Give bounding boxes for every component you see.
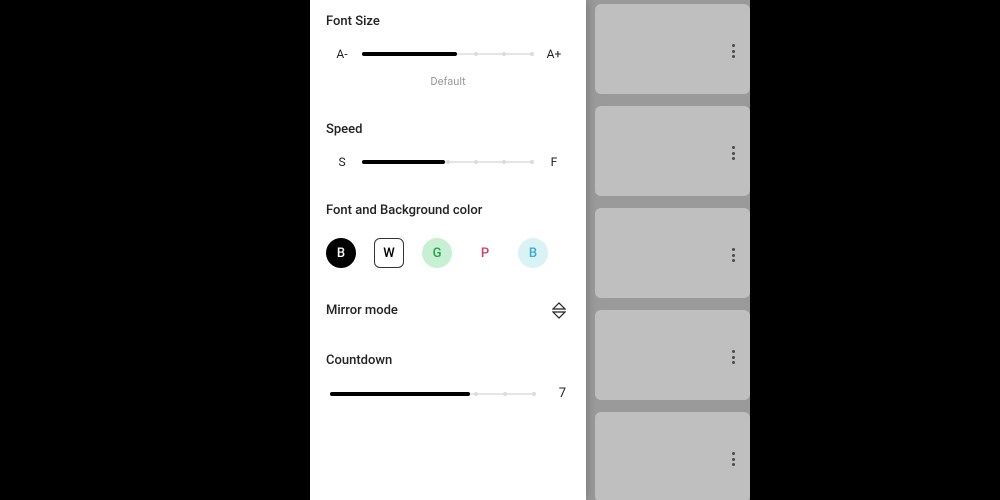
font-size-section: Font Size A- A+ Default [326, 14, 570, 88]
font-size-max-label: A+ [542, 47, 566, 61]
color-swatch-4[interactable]: B [518, 238, 548, 268]
font-size-slider[interactable] [362, 48, 534, 60]
card-overflow-menu[interactable] [732, 248, 736, 262]
mirror-section: Mirror mode [326, 302, 570, 319]
color-section: Font and Background color BWGPB [326, 203, 570, 268]
font-size-min-label: A- [330, 47, 354, 61]
speed-section: Speed S F [326, 122, 570, 169]
background-card [595, 412, 750, 500]
background-card [595, 208, 750, 298]
speed-slider[interactable] [362, 156, 534, 168]
mirror-title: Mirror mode [326, 303, 398, 318]
background-card [595, 106, 750, 196]
background-card [595, 310, 750, 400]
card-overflow-menu[interactable] [732, 44, 736, 58]
card-overflow-menu[interactable] [732, 452, 736, 466]
speed-min-label: S [330, 155, 354, 169]
font-size-title: Font Size [326, 14, 570, 29]
color-swatch-1[interactable]: W [374, 238, 404, 268]
settings-sheet: Font Size A- A+ Default Speed S F [310, 0, 586, 500]
countdown-value: 7 [546, 386, 566, 401]
speed-title: Speed [326, 122, 570, 137]
color-swatch-0[interactable]: B [326, 238, 356, 268]
countdown-title: Countdown [326, 353, 570, 368]
speed-max-label: F [542, 155, 566, 169]
font-size-sub-label: Default [326, 75, 570, 88]
color-swatch-3[interactable]: P [470, 238, 500, 268]
background-card [595, 4, 750, 94]
countdown-section: Countdown 7 [326, 353, 570, 401]
card-overflow-menu[interactable] [732, 146, 736, 160]
color-swatch-2[interactable]: G [422, 238, 452, 268]
card-overflow-menu[interactable] [732, 350, 736, 364]
countdown-slider[interactable] [330, 388, 536, 400]
color-title: Font and Background color [326, 203, 570, 218]
mirror-mode-icon[interactable] [548, 302, 570, 319]
